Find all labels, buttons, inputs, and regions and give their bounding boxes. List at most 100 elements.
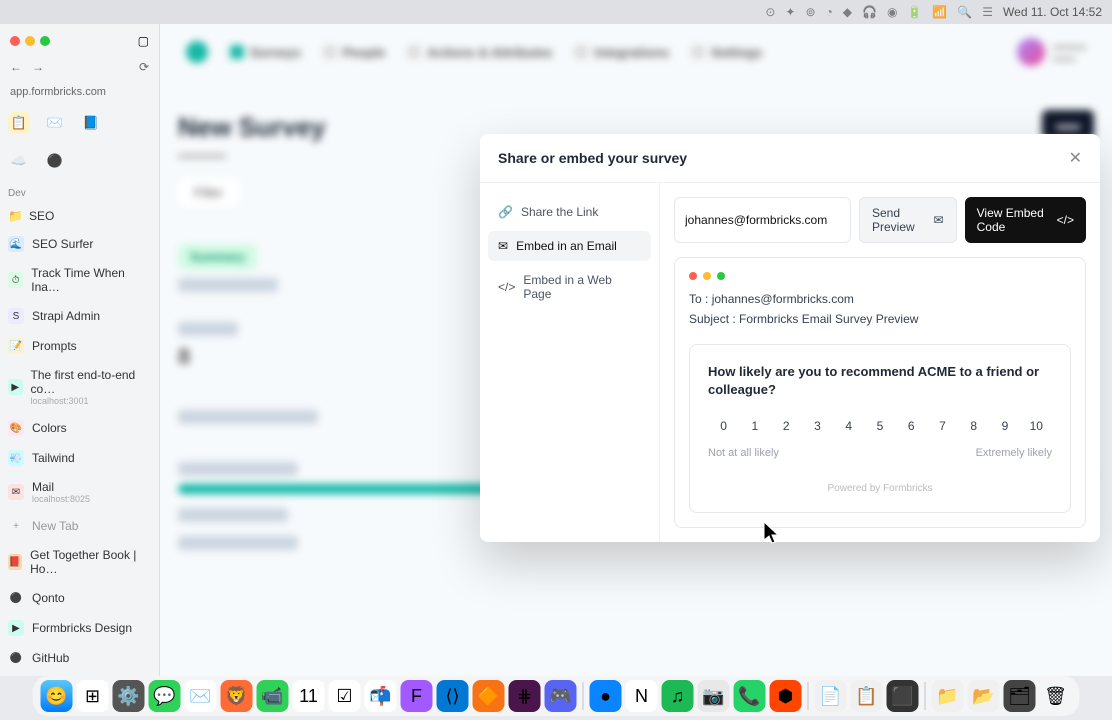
menubar-datetime[interactable]: Wed 11. Oct 14:52	[1003, 5, 1102, 19]
dock-app[interactable]: 📋	[851, 680, 883, 712]
pinned-tab[interactable]: 📘	[80, 112, 102, 134]
sidebar-tab[interactable]: SStrapi Admin	[6, 303, 153, 329]
dock-slack[interactable]: ⋕	[509, 680, 541, 712]
close-icon[interactable]: ✕	[1069, 148, 1082, 168]
app-logo-icon[interactable]	[186, 41, 208, 63]
dock-whatsapp[interactable]: 📞	[734, 680, 766, 712]
nps-option-7[interactable]: 7	[927, 413, 958, 439]
pinned-tab-github[interactable]: ⚫	[44, 150, 66, 172]
survey-question: How likely are you to recommend ACME to …	[708, 363, 1052, 399]
window-maximize-icon[interactable]	[40, 36, 50, 46]
dock-facetime[interactable]: 📹	[257, 680, 289, 712]
status-icon[interactable]: ⊙	[765, 5, 775, 19]
nps-option-0[interactable]: 0	[708, 413, 739, 439]
nps-option-2[interactable]: 2	[771, 413, 802, 439]
nav-back-icon[interactable]: ←	[10, 60, 22, 74]
dock-folder[interactable]: 🗂	[1004, 680, 1036, 712]
status-icon[interactable]: ◔	[826, 5, 833, 19]
nps-option-10[interactable]: 10	[1021, 413, 1052, 439]
app-window: Surveys People Actions & Attributes Inte…	[160, 24, 1112, 676]
wifi-icon[interactable]: ⊚	[805, 5, 815, 19]
option-share-link[interactable]: 🔗 Share the Link	[488, 197, 651, 227]
sidebar-tab[interactable]: ▶The first end-to-end co…localhost:3001	[6, 363, 153, 411]
search-icon[interactable]: 🔍	[957, 5, 972, 19]
dock-app[interactable]: 🦁	[221, 680, 253, 712]
dock-spotify[interactable]: ♫	[662, 680, 694, 712]
sidebar-new-tab[interactable]: +New Tab	[6, 513, 153, 539]
nps-option-4[interactable]: 4	[833, 413, 864, 439]
battery-icon[interactable]: 🔋	[907, 5, 922, 19]
folder-label: SEO	[29, 209, 54, 223]
nav-people[interactable]: People	[323, 45, 386, 60]
pinned-tab[interactable]: ☁️	[8, 150, 30, 172]
pinned-tab[interactable]: 📋	[8, 112, 30, 134]
dock-discord[interactable]: 🎮	[545, 680, 577, 712]
send-preview-button[interactable]: Send Preview ✉	[859, 197, 957, 243]
status-icon[interactable]: ◆	[843, 5, 852, 19]
nav-integrations[interactable]: Integrations	[574, 45, 668, 60]
email-input[interactable]	[674, 197, 851, 243]
sidebar-folder[interactable]: 📁 SEO	[6, 205, 153, 227]
dock-app[interactable]: 📷	[698, 680, 730, 712]
sidebar-tab[interactable]: 📝Prompts	[6, 333, 153, 359]
sidebar-tab[interactable]: 💨Tailwind	[6, 445, 153, 471]
dock-app[interactable]: 🔶	[473, 680, 505, 712]
dock-app[interactable]: ⬢	[770, 680, 802, 712]
nav-forward-icon[interactable]: →	[32, 60, 44, 74]
nav-reload-icon[interactable]: ⟳	[139, 60, 149, 74]
dock-app[interactable]: ●	[590, 680, 622, 712]
dock-mail[interactable]: ✉️	[185, 680, 217, 712]
nps-option-6[interactable]: 6	[896, 413, 927, 439]
nav-settings[interactable]: Settings	[691, 45, 762, 60]
dock-folder[interactable]: 📂	[968, 680, 1000, 712]
code-icon: </>	[498, 280, 515, 294]
dock-trash[interactable]: 🗑	[1040, 680, 1072, 712]
nps-option-5[interactable]: 5	[864, 413, 895, 439]
sidebar-tab[interactable]: 🌊SEO Surfer	[6, 231, 153, 257]
folder-icon: 📁	[8, 209, 23, 223]
dock-finder[interactable]: 😊	[41, 680, 73, 712]
dock-calendar[interactable]: 11	[293, 680, 325, 712]
status-icon[interactable]: ✦	[785, 5, 795, 19]
nps-option-1[interactable]: 1	[739, 413, 770, 439]
page-title: New Survey	[178, 112, 325, 143]
sidebar-tab[interactable]: ⏱Track Time When Ina…	[6, 261, 153, 299]
dock-app[interactable]: 📄	[815, 680, 847, 712]
dock-vscode[interactable]: ⟨⟩	[437, 680, 469, 712]
user-avatar[interactable]	[1017, 38, 1045, 66]
dock-app[interactable]: ⊞	[77, 680, 109, 712]
sidebar-tab[interactable]: 📕Get Together Book | Ho…	[6, 543, 153, 581]
option-embed-web[interactable]: </> Embed in a Web Page	[488, 265, 651, 309]
status-icon[interactable]: ◉	[887, 5, 897, 19]
summary-pill[interactable]: Summary	[178, 244, 257, 270]
pinned-tab-gmail[interactable]: ✉️	[44, 112, 66, 134]
sidebar-tab[interactable]: ▶Formbricks Design	[6, 615, 153, 641]
nps-option-9[interactable]: 9	[989, 413, 1020, 439]
dock-messages[interactable]: 💬	[149, 680, 181, 712]
nav-surveys[interactable]: Surveys	[230, 45, 301, 60]
nav-actions[interactable]: Actions & Attributes	[407, 45, 552, 60]
dock-figma[interactable]: F	[401, 680, 433, 712]
window-minimize-icon[interactable]	[25, 36, 35, 46]
dock-folder[interactable]: 📁	[932, 680, 964, 712]
dock-settings[interactable]: ⚙️	[113, 680, 145, 712]
dock-terminal[interactable]: ⬛	[887, 680, 919, 712]
sidebar-tab[interactable]: ⚫Qonto	[6, 585, 153, 611]
sidebar-tab[interactable]: 🎨Colors	[6, 415, 153, 441]
url-bar[interactable]: app.formbricks.com	[6, 82, 153, 102]
dock-reminders[interactable]: ☑	[329, 680, 361, 712]
option-embed-email[interactable]: ✉ Embed in an Email	[488, 231, 651, 261]
nps-option-8[interactable]: 8	[958, 413, 989, 439]
sidebar-tab[interactable]: ⚫GitHub	[6, 645, 153, 671]
sidebar-tab[interactable]: ✉Maillocalhost:8025	[6, 475, 153, 509]
headphones-icon[interactable]: 🎧	[862, 5, 877, 19]
filter-chip[interactable]: Filter	[178, 179, 239, 206]
sidebar-toggle-icon[interactable]: ▢	[138, 34, 149, 48]
window-close-icon[interactable]	[10, 36, 20, 46]
dock-notion[interactable]: N	[626, 680, 658, 712]
view-embed-code-button[interactable]: View Embed Code </>	[965, 197, 1086, 243]
control-center-icon[interactable]: ☰	[982, 5, 993, 19]
dock-app[interactable]: 📬	[365, 680, 397, 712]
wifi-icon[interactable]: 📶	[932, 5, 947, 19]
nps-option-3[interactable]: 3	[802, 413, 833, 439]
